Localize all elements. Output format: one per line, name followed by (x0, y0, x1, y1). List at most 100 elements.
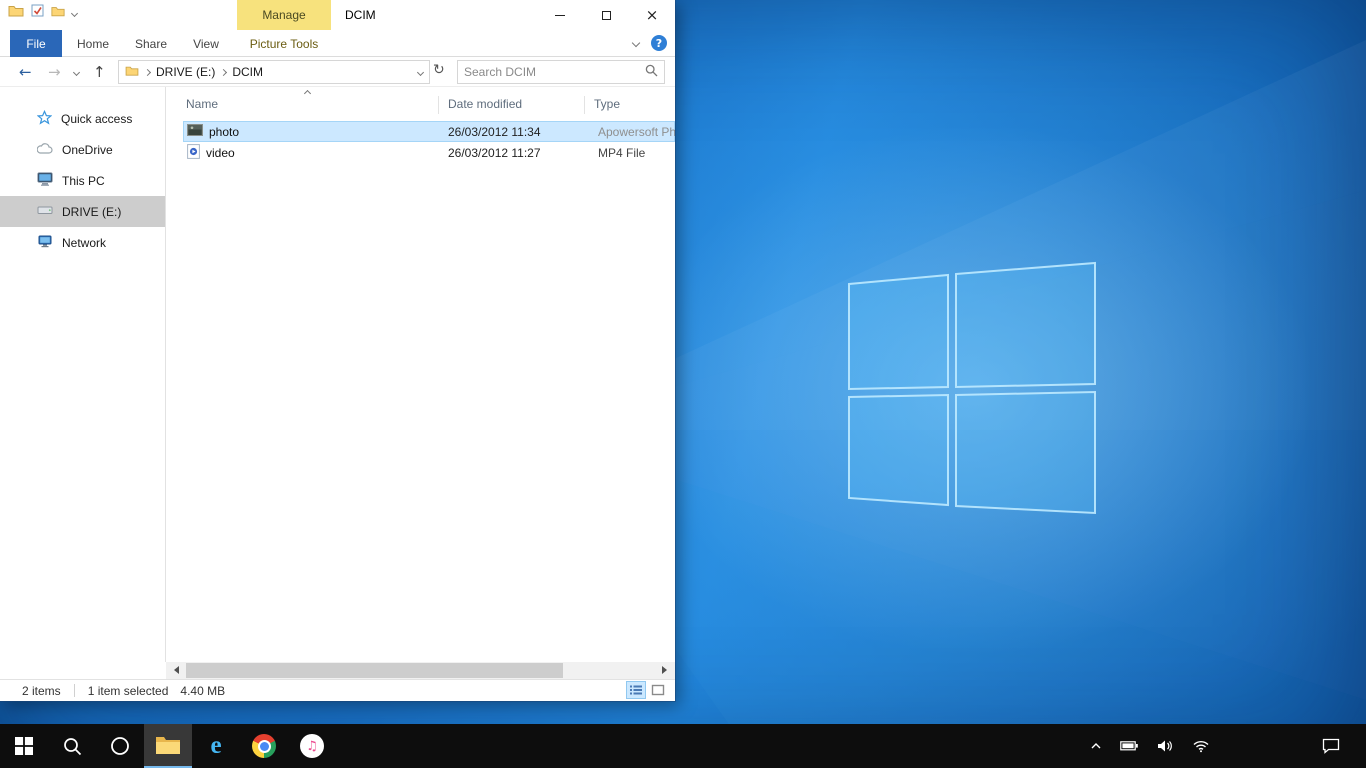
file-explorer-window: Manage DCIM × File Home Share View Pictu… (0, 0, 675, 701)
maximize-button[interactable] (583, 0, 629, 30)
column-header-date-modified[interactable]: Date modified (438, 97, 584, 111)
expand-ribbon-chevron-icon[interactable] (632, 39, 640, 47)
title-bar[interactable]: Manage DCIM × (0, 0, 675, 30)
tab-picture-tools[interactable]: Picture Tools (238, 30, 330, 57)
file-date-modified: 26/03/2012 11:34 (438, 125, 584, 139)
taskbar-search-button[interactable] (48, 724, 96, 768)
taskbar-chrome-button[interactable] (240, 724, 288, 768)
sidebar-item-label: Quick access (61, 112, 132, 126)
wifi-icon (1192, 739, 1210, 753)
details-view-button[interactable] (626, 681, 646, 699)
qat-properties-icon[interactable] (31, 4, 44, 22)
qat-customize-chevron-icon[interactable] (71, 9, 78, 16)
navigation-pane: Quick access OneDrive This PC DRIVE (E:) (0, 87, 166, 662)
address-folder-icon (125, 65, 139, 79)
windows-logo-icon (15, 737, 33, 755)
selection-count: 1 item selected (88, 684, 169, 698)
chevron-up-icon (1090, 742, 1102, 750)
sidebar-item-network[interactable]: Network (0, 227, 165, 258)
video-file-icon (187, 144, 200, 162)
breadcrumb-drive[interactable]: DRIVE (E:) (156, 65, 215, 79)
action-center-button[interactable] (1312, 724, 1350, 768)
main-content: Quick access OneDrive This PC DRIVE (E:) (0, 87, 675, 662)
breadcrumb-separator-icon[interactable] (220, 68, 227, 75)
star-icon (37, 110, 52, 128)
refresh-button[interactable]: ↻ (433, 62, 445, 78)
qat-new-folder-icon[interactable] (51, 4, 65, 22)
forward-button[interactable]: → (48, 57, 61, 87)
network-tray-button[interactable] (1188, 735, 1214, 757)
sidebar-item-drive-e[interactable]: DRIVE (E:) (0, 196, 165, 227)
large-icons-view-icon (651, 684, 665, 696)
file-type: MP4 File (584, 146, 675, 160)
taskbar: e ♫ (0, 724, 1366, 768)
sidebar-item-this-pc[interactable]: This PC (0, 165, 165, 196)
sidebar-item-label: This PC (62, 174, 105, 188)
item-count: 2 items (22, 684, 61, 698)
window-folder-icon (8, 4, 24, 22)
close-button[interactable]: × (629, 0, 675, 30)
file-row-photo[interactable]: photo 26/03/2012 11:34 Apowersoft Pho (183, 121, 675, 142)
window-title: DCIM (345, 8, 376, 22)
sidebar-item-onedrive[interactable]: OneDrive (0, 134, 165, 165)
large-icons-view-button[interactable] (648, 681, 668, 699)
internet-explorer-icon: e (210, 732, 221, 760)
tab-share[interactable]: Share (128, 30, 174, 57)
search-box[interactable] (457, 60, 665, 84)
breadcrumb-dcim[interactable]: DCIM (232, 65, 263, 79)
scroll-left-arrow-icon[interactable] (174, 666, 179, 674)
minimize-button[interactable] (537, 0, 583, 30)
system-tray (1086, 724, 1214, 768)
horizontal-scrollbar[interactable] (166, 662, 675, 679)
file-row-video[interactable]: video 26/03/2012 11:27 MP4 File (183, 142, 675, 163)
tab-home[interactable]: Home (70, 30, 116, 57)
network-icon (37, 235, 53, 251)
breadcrumb-separator-icon[interactable] (144, 68, 151, 75)
battery-tray-button[interactable] (1116, 736, 1143, 756)
selection-size: 4.40 MB (180, 684, 225, 698)
ribbon-tab-row: File Home Share View Picture Tools ? (0, 30, 675, 57)
taskbar-internet-explorer-button[interactable]: e (192, 724, 240, 768)
address-bar-row: ← → ↑ DRIVE (E:) DCIM ↻ (0, 57, 675, 87)
back-button[interactable]: ← (19, 57, 32, 87)
file-date-modified: 26/03/2012 11:27 (438, 146, 584, 160)
sidebar-item-label: DRIVE (E:) (62, 205, 121, 219)
volume-tray-button[interactable] (1153, 735, 1178, 757)
start-button[interactable] (0, 724, 48, 768)
file-name: video (206, 146, 235, 160)
search-input[interactable] (464, 65, 645, 79)
column-header-name[interactable]: Name (166, 97, 438, 111)
address-dropdown-chevron-icon[interactable] (417, 68, 424, 75)
chrome-icon (252, 734, 276, 758)
contextual-tab-manage[interactable]: Manage (237, 0, 331, 30)
column-header-type[interactable]: Type (584, 97, 675, 111)
taskbar-file-explorer-button[interactable] (144, 724, 192, 768)
action-center-icon (1322, 738, 1340, 754)
cortana-icon (110, 736, 130, 756)
scrollbar-thumb[interactable] (186, 663, 563, 678)
cloud-icon (37, 143, 53, 157)
taskbar-itunes-button[interactable]: ♫ (288, 724, 336, 768)
search-icon (63, 737, 82, 756)
quick-access-toolbar (8, 4, 77, 22)
help-button[interactable]: ? (651, 35, 667, 51)
show-hidden-icons-button[interactable] (1086, 738, 1106, 754)
sidebar-item-quick-access[interactable]: Quick access (0, 103, 165, 134)
drive-icon (37, 204, 53, 219)
sidebar-item-label: OneDrive (62, 143, 113, 157)
volume-icon (1157, 739, 1174, 753)
column-headers: Name Date modified Type (166, 87, 675, 121)
scroll-right-arrow-icon[interactable] (662, 666, 667, 674)
address-bar[interactable]: DRIVE (E:) DCIM (118, 60, 430, 84)
tab-file[interactable]: File (10, 30, 62, 57)
computer-icon (37, 172, 53, 189)
search-icon[interactable] (645, 64, 658, 80)
tab-view[interactable]: View (184, 30, 228, 57)
status-bar: 2 items 1 item selected 4.40 MB (0, 679, 675, 701)
sidebar-item-label: Network (62, 236, 106, 250)
up-button[interactable]: ↑ (93, 57, 106, 87)
sort-ascending-indicator-icon (304, 90, 311, 97)
file-name: photo (209, 125, 239, 139)
taskbar-cortana-button[interactable] (96, 724, 144, 768)
recent-locations-chevron-icon[interactable] (73, 69, 80, 76)
